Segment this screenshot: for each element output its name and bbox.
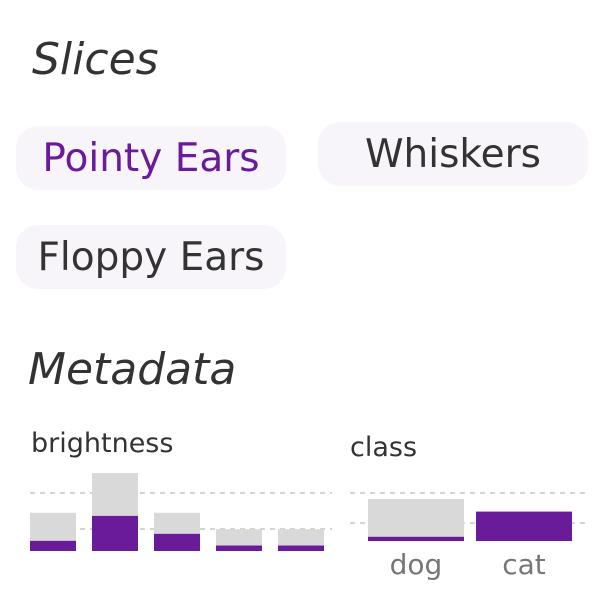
- chart-0-bar-highlight-1: [92, 515, 138, 551]
- chart-1-bar-total-0: [368, 499, 464, 541]
- chart-1-tick-label-0: dog: [390, 548, 443, 581]
- chart-0-bar-highlight-4: [278, 545, 324, 551]
- chart-0-bar-highlight-3: [216, 545, 262, 551]
- metadata-charts: dog cat: [30, 473, 586, 581]
- chart-1-bar-highlight-1: [476, 511, 572, 541]
- chart-1-tick-label-1: cat: [502, 548, 546, 581]
- chart-1-bar-highlight-0: [368, 536, 464, 541]
- chart-0-bar-highlight-0: [30, 540, 76, 551]
- chart-0-bar-highlight-2: [154, 533, 200, 551]
